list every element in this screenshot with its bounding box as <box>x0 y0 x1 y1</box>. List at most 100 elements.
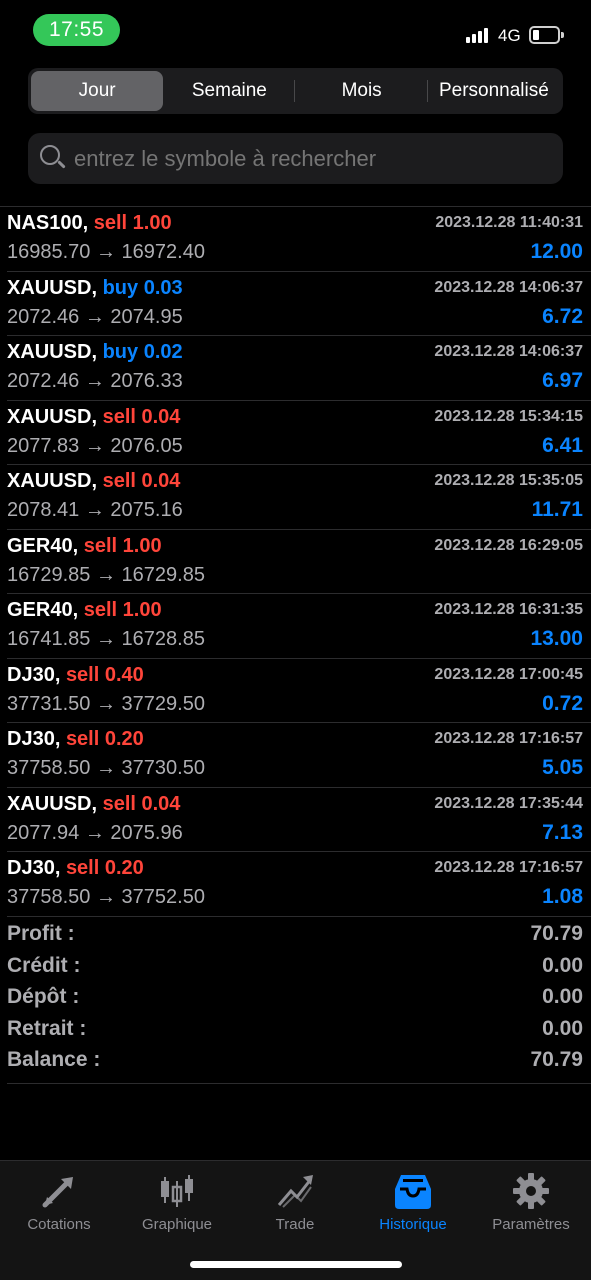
trade-profit: 13.00 <box>530 627 583 650</box>
trade-row[interactable]: XAUUSD, sell 0.04 2077.83 → 2076.05 2023.1… <box>7 401 591 465</box>
period-segmented-control: Jour Semaine Mois Personnalisé <box>28 68 563 114</box>
trade-date: 2023.12.28 16:31:35 <box>434 601 583 618</box>
trade-date: 2023.12.28 17:16:57 <box>434 859 583 876</box>
trade-profit: 5.05 <box>542 756 583 779</box>
trade-symbol: NAS100, <box>7 212 89 234</box>
trade-side-volume: buy 0.03 <box>102 276 183 299</box>
trade-date: 2023.12.28 15:34:15 <box>434 407 583 425</box>
trade-date: 2023.12.28 17:35:44 <box>434 794 583 812</box>
trade-title: GER40, sell 1.00 <box>7 599 162 622</box>
trade-profit: 6.41 <box>542 433 583 457</box>
summary-row: Balance : 70.79 <box>7 1046 591 1078</box>
trade-side-volume: sell 1.00 <box>83 599 162 621</box>
trade-side-volume: sell 0.20 <box>65 857 144 879</box>
trade-date: 2023.12.28 14:06:37 <box>434 278 583 296</box>
trade-symbol: GER40, <box>7 599 79 621</box>
trade-side-volume: sell 0.04 <box>102 792 181 815</box>
summary-value: 0.00 <box>542 953 583 977</box>
trade-row[interactable]: GER40, sell 1.00 16729.85 → 16729.85 2023.… <box>7 530 591 594</box>
trade-row[interactable]: XAUUSD, buy 0.03 2072.46 → 2074.95 2023.12… <box>7 272 591 336</box>
search-bar[interactable] <box>28 133 563 184</box>
trade-symbol: DJ30, <box>7 857 61 879</box>
tab-graphique[interactable]: Graphique <box>118 1161 236 1241</box>
trade-date: 2023.12.28 17:16:57 <box>434 730 583 747</box>
trade-prices: 16985.70 → 16972.40 <box>7 241 205 263</box>
trade-row[interactable]: DJ30, sell 0.20 37758.50 → 37752.50 2023.1… <box>7 852 591 917</box>
trade-row[interactable]: NAS100, sell 1.00 16985.70 → 16972.40 2023… <box>7 207 591 272</box>
segment-divider <box>427 80 428 102</box>
quotes-arrows-icon <box>42 1177 73 1208</box>
tab-historique[interactable]: Historique <box>354 1161 472 1241</box>
trade-prices: 37758.50 → 37752.50 <box>7 886 205 908</box>
trade-row[interactable]: DJ30, sell 0.40 37731.50 → 37729.50 2023.1… <box>7 659 591 723</box>
segment-mois[interactable]: Mois <box>296 71 428 111</box>
segment-divider <box>294 80 295 102</box>
search-input[interactable] <box>74 145 544 172</box>
trade-row[interactable]: XAUUSD, sell 0.04 2078.41 → 2075.16 2023.1… <box>7 465 591 530</box>
trade-prices: 37731.50 → 37729.50 <box>7 692 205 715</box>
segment-jour[interactable]: Jour <box>31 71 164 111</box>
trade-row[interactable]: XAUUSD, buy 0.02 2072.46 → 2076.33 2023.12… <box>7 336 591 401</box>
summary-label: Balance : <box>7 1048 101 1071</box>
tab-label: Cotations <box>27 1216 91 1233</box>
summary-value: 0.00 <box>542 985 583 1008</box>
trade-title: GER40, sell 1.00 <box>7 535 162 558</box>
tab-cotations[interactable]: Cotations <box>0 1161 118 1241</box>
account-summary: Profit :70.79 Crédit :0.00 Dépôt :0.00 Retr… <box>7 920 591 1078</box>
trade-title: NAS100, sell 1.00 <box>7 212 172 235</box>
trade-title: DJ30, sell 0.20 <box>7 857 144 880</box>
trade-title: DJ30, sell 0.20 <box>7 728 144 751</box>
trade-prices: 2077.94 → 2075.96 <box>7 821 183 844</box>
trade-symbol: DJ30, <box>7 663 61 686</box>
tab-trade[interactable]: Trade <box>236 1161 354 1241</box>
trade-symbol: GER40, <box>7 534 79 557</box>
trade-title: XAUUSD, sell 0.04 <box>7 470 180 493</box>
summary-label: Dépôt : <box>7 985 80 1008</box>
trade-profit: 11.71 <box>531 498 583 521</box>
tab-label: Paramètres <box>492 1216 570 1233</box>
trade-prices: 2072.46 → 2074.95 <box>7 305 183 328</box>
trade-profit: 7.13 <box>542 820 583 844</box>
segment-semaine[interactable]: Semaine <box>163 71 295 111</box>
trade-symbol: XAUUSD, <box>7 792 98 815</box>
summary-row: Profit : 70.79 <box>7 920 591 952</box>
summary-row: Crédit : 0.00 <box>7 952 591 984</box>
trade-symbol: XAUUSD, <box>7 405 98 428</box>
trade-prices: 16741.85 → 16728.85 <box>7 628 205 650</box>
summary-label: Profit : <box>7 922 75 945</box>
trade-prices: 2072.46 → 2076.33 <box>7 370 183 392</box>
trade-title: DJ30, sell 0.40 <box>7 664 144 687</box>
search-icon <box>40 144 68 173</box>
trade-side-volume: buy 0.02 <box>102 341 183 363</box>
tab-label: Historique <box>379 1216 447 1233</box>
trade-title: XAUUSD, sell 0.04 <box>7 406 180 429</box>
status-time: 17:55 <box>33 14 120 46</box>
trade-side-volume: sell 0.04 <box>102 470 181 492</box>
trade-symbol: XAUUSD, <box>7 276 98 299</box>
segment-personnalise[interactable]: Personnalisé <box>428 71 560 111</box>
trade-symbol: XAUUSD, <box>7 470 98 492</box>
candlestick-chart-icon <box>161 1175 193 1207</box>
trade-side-volume: sell 0.04 <box>102 405 181 428</box>
trade-date: 2023.12.28 15:35:05 <box>434 472 583 489</box>
summary-label: Crédit : <box>7 953 81 977</box>
trade-prices: 16729.85 → 16729.85 <box>7 563 205 586</box>
history-tray-icon <box>395 1175 431 1209</box>
trade-row[interactable]: DJ30, sell 0.20 37758.50 → 37730.50 2023.1… <box>7 723 591 788</box>
trade-prices: 37758.50 → 37730.50 <box>7 757 205 779</box>
trade-trend-icon <box>277 1175 313 1208</box>
summary-divider <box>7 1083 591 1084</box>
tab-label: Graphique <box>141 1216 213 1233</box>
trade-date: 2023.12.28 14:06:37 <box>434 343 583 360</box>
trade-symbol: DJ30, <box>7 728 61 750</box>
trade-row[interactable]: GER40, sell 1.00 16741.85 → 16728.85 2023.… <box>7 594 591 659</box>
trade-row[interactable]: XAUUSD, sell 0.04 2077.94 → 2075.96 2023.1… <box>7 788 591 852</box>
trade-history-list: NAS100, sell 1.00 16985.70 → 16972.40 2023… <box>0 206 591 917</box>
summary-value: 70.79 <box>530 1048 583 1071</box>
tab-parametres[interactable]: Paramètres <box>472 1161 590 1241</box>
trade-profit: 6.72 <box>542 304 583 328</box>
summary-value: 70.79 <box>530 922 583 945</box>
trade-side-volume: sell 1.00 <box>83 534 162 557</box>
trade-title: XAUUSD, sell 0.04 <box>7 793 180 816</box>
status-bar: 17:55 4G <box>0 0 591 62</box>
